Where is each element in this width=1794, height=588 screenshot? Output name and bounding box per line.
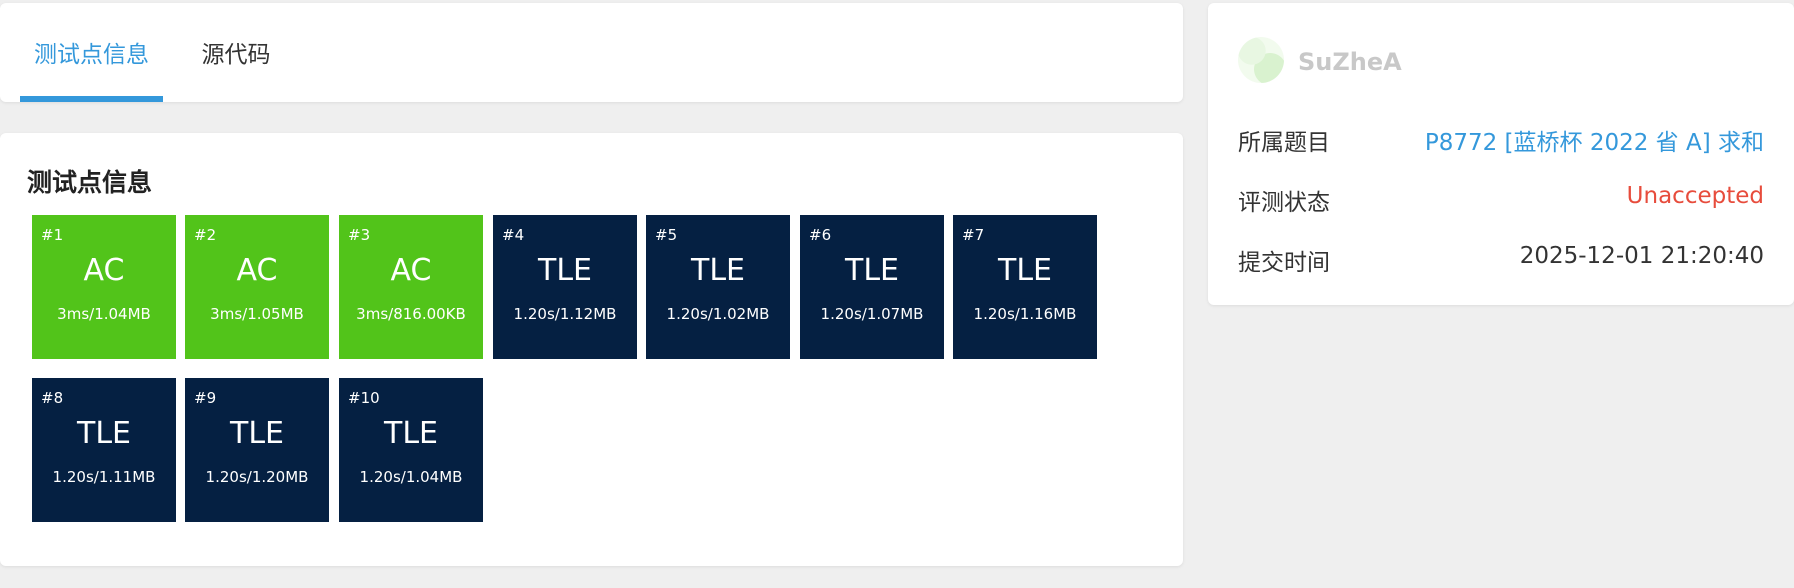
submit-time-value: 2025-12-01 21:20:40 [1519,243,1764,269]
testcase-status: TLE [998,253,1052,288]
testcase-resource: 3ms/816.00KB [356,305,466,323]
username-link[interactable]: SuZheA [1298,48,1402,76]
testcase-resource: 1.20s/1.04MB [359,468,463,486]
testcase-card[interactable]: #7 TLE 1.20s/1.16MB [953,215,1097,359]
testcase-number: #3 [348,226,371,244]
testcase-status: TLE [384,416,438,451]
testcase-card[interactable]: #5 TLE 1.20s/1.02MB [646,215,790,359]
testcase-resource: 1.20s/1.12MB [513,305,617,323]
testcase-resource: 3ms/1.05MB [210,305,304,323]
testcase-card[interactable]: #4 TLE 1.20s/1.12MB [493,215,637,359]
testcase-number: #4 [502,226,525,244]
avatar[interactable] [1238,37,1284,83]
testcase-status: TLE [77,416,131,451]
problem-link[interactable]: P8772 [蓝桥杯 2022 省 A] 求和 [1425,123,1764,157]
testcase-resource: 3ms/1.04MB [57,305,151,323]
testcase-card[interactable]: #3 AC 3ms/816.00KB [339,215,483,359]
testcase-status: AC [236,253,278,288]
testcase-panel: 测试点信息 #1 AC 3ms/1.04MB #2 AC 3ms/1.05MB … [0,133,1183,566]
testcase-number: #1 [41,226,64,244]
testcase-card[interactable]: #9 TLE 1.20s/1.20MB [185,378,329,522]
testcase-resource: 1.20s/1.11MB [52,468,156,486]
testcase-resource: 1.20s/1.07MB [820,305,924,323]
testcase-status: TLE [538,253,592,288]
submission-info-panel: SuZheA 所属题目 P8772 [蓝桥杯 2022 省 A] 求和 评测状态… [1208,3,1794,305]
problem-label: 所属题目 [1238,130,1330,156]
testcase-status: TLE [230,416,284,451]
testcase-number: #7 [962,226,985,244]
testcase-status: AC [390,253,432,288]
testcase-card[interactable]: #2 AC 3ms/1.05MB [185,215,329,359]
testcase-panel-title: 测试点信息 [27,168,153,197]
tab-testcase-info[interactable]: 测试点信息 [20,3,163,102]
testcase-status: AC [83,253,125,288]
testcase-card[interactable]: #1 AC 3ms/1.04MB [32,215,176,359]
testcase-number: #10 [348,389,380,407]
testcase-card[interactable]: #8 TLE 1.20s/1.11MB [32,378,176,522]
submit-time-label: 提交时间 [1238,250,1330,276]
testcase-status: TLE [845,253,899,288]
testcase-resource: 1.20s/1.02MB [666,305,770,323]
testcase-card[interactable]: #6 TLE 1.20s/1.07MB [800,215,944,359]
testcase-number: #8 [41,389,64,407]
testcase-number: #2 [194,226,217,244]
tab-source-code[interactable]: 源代码 [192,3,280,102]
status-label: 评测状态 [1238,190,1330,216]
tabs-bar: 测试点信息 源代码 [0,3,1183,102]
testcase-number: #5 [655,226,678,244]
testcase-status: TLE [691,253,745,288]
testcase-card[interactable]: #10 TLE 1.20s/1.04MB [339,378,483,522]
testcase-resource: 1.20s/1.16MB [973,305,1077,323]
testcase-resource: 1.20s/1.20MB [205,468,309,486]
testcase-number: #9 [194,389,217,407]
status-value: Unaccepted [1626,183,1764,209]
testcase-number: #6 [809,226,832,244]
